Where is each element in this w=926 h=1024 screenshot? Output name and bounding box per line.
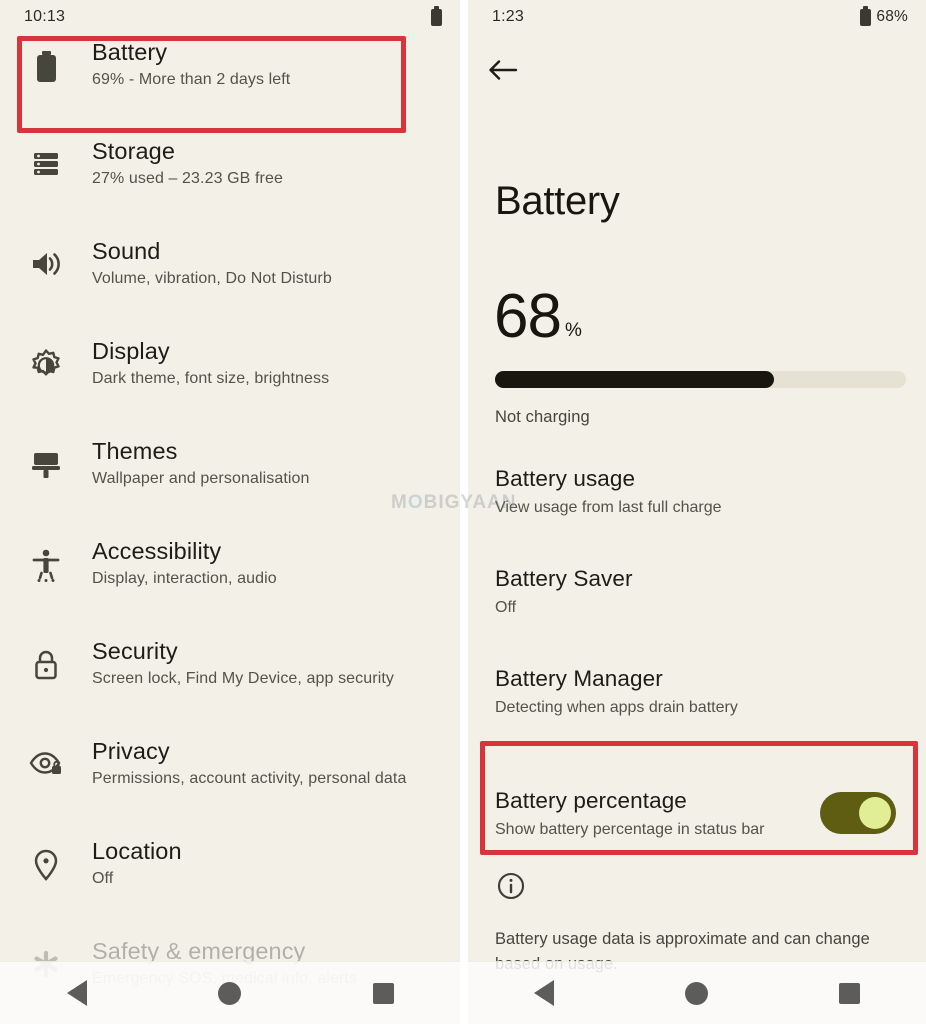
battery-icon (860, 5, 872, 26)
item-title: Themes (92, 438, 178, 464)
nav-back-icon[interactable] (47, 973, 107, 1013)
status-time: 1:23 (492, 8, 524, 25)
navigation-bar-left (0, 961, 460, 1024)
settings-list-screen: 10:13 Battery 69% - More than 2 days lef… (0, 0, 460, 1024)
status-indicators (431, 5, 442, 26)
back-arrow-icon[interactable] (488, 52, 528, 88)
sidebar-item-battery[interactable]: Battery 69% - More than 2 days left (0, 34, 460, 133)
percent-symbol: % (564, 320, 582, 341)
battery-icon (0, 34, 92, 84)
battery-icon (431, 5, 442, 26)
status-time: 10:13 (24, 8, 66, 25)
item-subtitle: 27% used – 23.23 GB free (92, 170, 283, 187)
battery-percentage-toggle[interactable] (820, 792, 896, 834)
item-text: Display Dark theme, font size, brightnes… (92, 333, 329, 391)
display-icon (0, 333, 92, 381)
item-subtitle: Screen lock, Find My Device, app securit… (92, 670, 394, 687)
page-title: Battery (495, 179, 620, 223)
status-battery-percent: 68% (876, 8, 908, 25)
status-indicators: 68% (860, 5, 908, 26)
item-text: Location Off (92, 833, 182, 891)
status-bar-right: 1:23 68% (468, 0, 926, 34)
item-subtitle: Wallpaper and personalisation (92, 470, 310, 487)
list-item-battery-manager[interactable]: Battery Manager Detecting when apps drai… (468, 663, 926, 763)
sidebar-item-display[interactable]: Display Dark theme, font size, brightnes… (0, 333, 460, 433)
status-bar-left: 10:13 (0, 0, 460, 34)
battery-level-bar-fill (495, 371, 775, 388)
sidebar-item-accessibility[interactable]: Accessibility Display, interaction, audi… (0, 533, 460, 633)
item-subtitle: Volume, vibration, Do Not Disturb (92, 270, 332, 287)
item-subtitle: Dark theme, font size, brightness (92, 370, 330, 387)
sidebar-item-location[interactable]: Location Off (0, 833, 460, 933)
privacy-eye-icon (0, 733, 92, 777)
sound-icon (0, 233, 92, 279)
item-text: Battery percentage Show battery percenta… (495, 785, 765, 842)
battery-detail-screen: 1:23 68% Battery 68 % Not charging Batte… (468, 0, 926, 1024)
settings-list: Battery 69% - More than 2 days left Stor… (0, 34, 460, 1024)
item-title: Battery (92, 39, 168, 65)
nav-back-icon[interactable] (514, 973, 574, 1013)
item-text: Themes Wallpaper and personalisation (92, 433, 310, 491)
battery-level-value: 68 (494, 282, 562, 351)
sidebar-item-storage[interactable]: Storage 27% used – 23.23 GB free (0, 133, 460, 233)
sidebar-item-privacy[interactable]: Privacy Permissions, account activity, p… (0, 733, 460, 833)
battery-level-bar (495, 371, 906, 388)
item-title: Privacy (92, 738, 170, 764)
location-pin-icon (0, 833, 92, 881)
item-subtitle: Display, interaction, audio (92, 570, 277, 587)
info-icon (497, 872, 525, 905)
list-item-battery-saver[interactable]: Battery Saver Off (468, 563, 926, 663)
item-title: Sound (92, 238, 161, 264)
nav-home-icon[interactable] (667, 973, 727, 1013)
item-title: Battery Saver (495, 566, 633, 591)
item-text: Sound Volume, vibration, Do Not Disturb (92, 233, 332, 291)
item-subtitle: 69% - More than 2 days left (92, 71, 291, 88)
item-title: Security (92, 638, 178, 664)
sidebar-item-security[interactable]: Security Screen lock, Find My Device, ap… (0, 633, 460, 733)
sidebar-item-themes[interactable]: Themes Wallpaper and personalisation (0, 433, 460, 533)
item-title: Display (92, 338, 170, 364)
item-text: Storage 27% used – 23.23 GB free (92, 133, 283, 191)
accessibility-icon (0, 533, 92, 583)
item-title: Battery Manager (495, 666, 663, 691)
item-title: Battery usage (495, 466, 636, 491)
nav-recents-icon[interactable] (820, 973, 880, 1013)
navigation-bar-right (468, 961, 926, 1024)
screenshot-root: 10:13 Battery 69% - More than 2 days lef… (0, 0, 926, 1024)
nav-recents-icon[interactable] (353, 973, 413, 1013)
themes-icon (0, 433, 92, 479)
list-item-battery-usage[interactable]: Battery usage View usage from last full … (468, 463, 926, 563)
battery-level-display: 68 % (494, 286, 582, 348)
storage-icon (0, 133, 92, 179)
item-title: Storage (92, 138, 176, 164)
item-title: Location (92, 838, 182, 864)
charging-status: Not charging (495, 408, 590, 426)
battery-options-list: Battery usage View usage from last full … (468, 463, 926, 863)
item-subtitle: Show battery percentage in status bar (495, 820, 765, 838)
item-text: Security Screen lock, Find My Device, ap… (92, 633, 394, 691)
item-subtitle: Permissions, account activity, personal … (92, 770, 407, 787)
item-text: Battery 69% - More than 2 days left (92, 34, 290, 92)
item-text: Privacy Permissions, account activity, p… (92, 733, 406, 791)
item-subtitle: Detecting when apps drain battery (495, 699, 738, 716)
list-item-battery-percentage[interactable]: Battery percentage Show battery percenta… (468, 763, 926, 863)
panel-divider (460, 0, 468, 1024)
item-subtitle: Off (495, 599, 517, 616)
item-subtitle: Off (92, 870, 114, 887)
sidebar-item-sound[interactable]: Sound Volume, vibration, Do Not Disturb (0, 233, 460, 333)
nav-home-icon[interactable] (200, 973, 260, 1013)
lock-icon (0, 633, 92, 681)
item-subtitle: View usage from last full charge (495, 499, 722, 516)
item-title: Accessibility (92, 538, 222, 564)
item-text: Accessibility Display, interaction, audi… (92, 533, 277, 591)
item-title: Battery percentage (495, 787, 687, 813)
toggle-knob (859, 797, 891, 829)
